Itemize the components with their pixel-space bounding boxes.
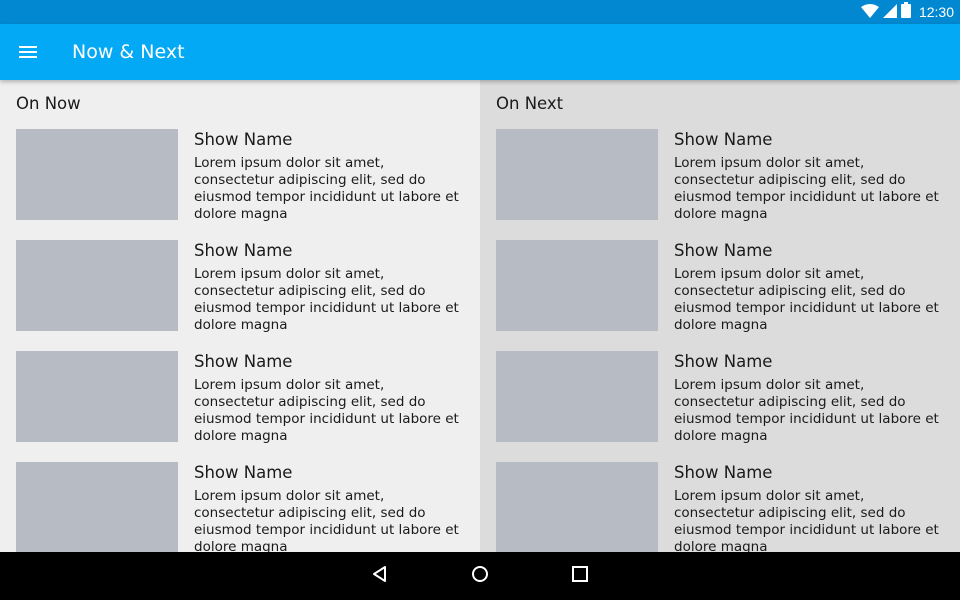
back-icon xyxy=(371,565,389,587)
section-title-on-now: On Now xyxy=(16,94,81,113)
list-item[interactable]: Show Name Lorem ipsum dolor sit amet, co… xyxy=(496,462,944,552)
show-name: Show Name xyxy=(674,463,773,482)
home-button[interactable] xyxy=(468,564,492,588)
list-item[interactable]: Show Name Lorem ipsum dolor sit amet, co… xyxy=(16,462,464,552)
show-name: Show Name xyxy=(674,352,773,371)
show-thumbnail xyxy=(16,351,178,442)
show-description: Lorem ipsum dolor sit amet, consectetur … xyxy=(674,488,939,552)
show-description: Lorem ipsum dolor sit amet, consectetur … xyxy=(674,377,939,444)
hamburger-icon xyxy=(19,43,37,62)
show-description: Lorem ipsum dolor sit amet, consectetur … xyxy=(194,377,459,444)
show-description: Lorem ipsum dolor sit amet, consectetur … xyxy=(194,266,459,333)
show-thumbnail xyxy=(16,462,178,552)
show-name: Show Name xyxy=(194,130,293,149)
show-thumbnail xyxy=(496,240,658,331)
show-name: Show Name xyxy=(194,241,293,260)
list-item[interactable]: Show Name Lorem ipsum dolor sit amet, co… xyxy=(496,129,944,222)
status-icons: 12:30 xyxy=(860,0,954,24)
menu-button[interactable] xyxy=(12,36,44,68)
column-on-now: On Now Show Name Lorem ipsum dolor sit a… xyxy=(0,80,480,552)
cell-signal-icon xyxy=(882,3,897,22)
show-description: Lorem ipsum dolor sit amet, consectetur … xyxy=(194,155,459,222)
navigation-bar xyxy=(0,552,960,600)
show-name: Show Name xyxy=(674,130,773,149)
status-time: 12:30 xyxy=(918,4,954,20)
content: On Now Show Name Lorem ipsum dolor sit a… xyxy=(0,80,960,552)
show-list-on-now: Show Name Lorem ipsum dolor sit amet, co… xyxy=(16,129,464,552)
show-list-on-next: Show Name Lorem ipsum dolor sit amet, co… xyxy=(496,129,944,552)
show-thumbnail xyxy=(496,129,658,220)
show-thumbnail xyxy=(16,240,178,331)
column-on-next: On Next Show Name Lorem ipsum dolor sit … xyxy=(480,80,960,552)
home-icon xyxy=(471,565,489,587)
show-thumbnail xyxy=(496,462,658,552)
show-thumbnail xyxy=(16,129,178,220)
show-thumbnail xyxy=(496,351,658,442)
app-title: Now & Next xyxy=(72,41,185,63)
recents-button[interactable] xyxy=(568,564,592,588)
show-description: Lorem ipsum dolor sit amet, consectetur … xyxy=(674,155,939,222)
section-title-on-next: On Next xyxy=(496,94,564,113)
show-description: Lorem ipsum dolor sit amet, consectetur … xyxy=(194,488,459,552)
list-item[interactable]: Show Name Lorem ipsum dolor sit amet, co… xyxy=(16,240,464,333)
list-item[interactable]: Show Name Lorem ipsum dolor sit amet, co… xyxy=(496,351,944,444)
back-button[interactable] xyxy=(368,564,392,588)
list-item[interactable]: Show Name Lorem ipsum dolor sit amet, co… xyxy=(16,129,464,222)
battery-icon xyxy=(900,2,911,22)
app-bar: Now & Next xyxy=(0,24,960,80)
show-description: Lorem ipsum dolor sit amet, consectetur … xyxy=(674,266,939,333)
status-bar: 12:30 xyxy=(0,0,960,24)
show-name: Show Name xyxy=(194,352,293,371)
list-item[interactable]: Show Name Lorem ipsum dolor sit amet, co… xyxy=(16,351,464,444)
wifi-icon xyxy=(860,3,879,22)
list-item[interactable]: Show Name Lorem ipsum dolor sit amet, co… xyxy=(496,240,944,333)
show-name: Show Name xyxy=(674,241,773,260)
show-name: Show Name xyxy=(194,463,293,482)
recents-icon xyxy=(571,565,589,587)
